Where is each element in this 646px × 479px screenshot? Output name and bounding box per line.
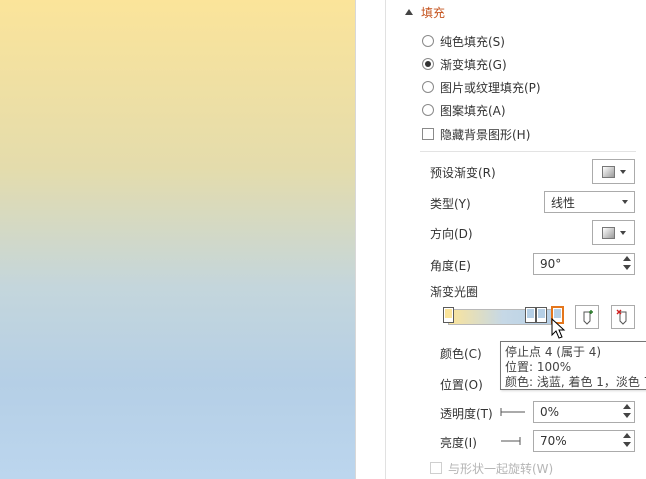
rotate-with-shape-checkbox[interactable]: 与形状一起旋转(W): [430, 459, 553, 477]
direction-swatch-icon: [601, 226, 615, 239]
radio-pattern-fill[interactable]: 图案填充(A): [422, 101, 506, 119]
checkbox-icon[interactable]: [430, 462, 442, 474]
tooltip-line: 停止点 4 (属于 4): [505, 345, 602, 359]
transparency-value: 0%: [540, 405, 560, 419]
transparency-input[interactable]: 0%: [533, 401, 635, 423]
add-stop-button[interactable]: [575, 305, 599, 329]
radio-icon[interactable]: [422, 81, 434, 93]
remove-stop-icon: [616, 309, 627, 325]
tooltip-line: 位置: 100%: [505, 360, 572, 374]
gradient-stop-2[interactable]: [525, 307, 536, 323]
radio-solid-fill[interactable]: 纯色填充(S): [422, 32, 505, 50]
radio-icon[interactable]: [422, 104, 434, 116]
checkbox-label: 隐藏背景图形(H): [440, 127, 531, 142]
gradient-stops-label: 渐变光圈: [430, 285, 479, 299]
tooltip-line: 颜色: 浅蓝, 着色 1，淡色 7: [505, 375, 646, 389]
collapse-triangle-icon[interactable]: [405, 9, 413, 15]
preset-label: 预设渐变(R): [430, 166, 496, 180]
radio-label: 图案填充(A): [440, 103, 506, 118]
checkbox-icon[interactable]: [422, 128, 434, 140]
chevron-down-icon: [622, 200, 628, 204]
transparency-label: 透明度(T): [440, 407, 493, 421]
angle-value: 90°: [540, 257, 562, 271]
angle-input[interactable]: 90°: [533, 253, 635, 275]
spin-down-icon[interactable]: [623, 442, 631, 447]
spin-up-icon[interactable]: [623, 404, 631, 409]
brightness-value: 70%: [540, 434, 567, 448]
radio-selected-icon[interactable]: [422, 58, 434, 70]
spin-down-icon[interactable]: [623, 265, 631, 270]
hide-background-checkbox[interactable]: 隐藏背景图形(H): [422, 125, 530, 143]
angle-label: 角度(E): [430, 259, 471, 273]
radio-label: 纯色填充(S): [440, 34, 505, 49]
spin-down-icon[interactable]: [623, 413, 631, 418]
mouse-pointer-icon: [551, 318, 566, 339]
section-title: 填充: [421, 5, 446, 20]
transparency-slider-icon[interactable]: [500, 407, 526, 417]
brightness-input[interactable]: 70%: [533, 430, 635, 452]
remove-stop-button[interactable]: [611, 305, 635, 329]
chevron-down-icon: [619, 230, 626, 235]
direction-label: 方向(D): [430, 227, 473, 241]
type-label: 类型(Y): [430, 197, 471, 211]
checkbox-label: 与形状一起旋转(W): [448, 461, 554, 476]
divider: [420, 151, 636, 152]
format-pane: 填充 纯色填充(S) 渐变填充(G) 图片或纹理填充(P) 图案填充(A) 隐藏…: [385, 0, 646, 479]
stop-tooltip: 停止点 4 (属于 4) 位置: 100% 颜色: 浅蓝, 着色 1，淡色 7: [500, 341, 646, 390]
radio-label: 渐变填充(G): [440, 57, 507, 72]
brightness-slider-icon[interactable]: [500, 436, 526, 446]
radio-icon[interactable]: [422, 35, 434, 47]
spin-up-icon[interactable]: [623, 433, 631, 438]
add-stop-icon: [583, 310, 593, 325]
direction-dropdown[interactable]: [592, 220, 635, 245]
brightness-label: 亮度(I): [440, 436, 477, 450]
slide-canvas: [0, 0, 355, 479]
chevron-down-icon: [619, 169, 626, 174]
radio-label: 图片或纹理填充(P): [440, 80, 541, 95]
pane-gap: [355, 0, 385, 479]
gradient-stop-1[interactable]: [443, 307, 454, 323]
preset-gradient-dropdown[interactable]: [592, 159, 635, 184]
gradient-swatch-icon: [601, 165, 615, 178]
radio-gradient-fill[interactable]: 渐变填充(G): [422, 55, 507, 73]
spin-up-icon[interactable]: [623, 256, 631, 261]
position-label: 位置(O): [440, 378, 483, 392]
type-value: 线性: [551, 195, 576, 210]
color-label: 颜色(C): [440, 347, 482, 361]
type-select[interactable]: 线性: [544, 191, 635, 213]
gradient-stop-3[interactable]: [536, 307, 547, 323]
radio-picture-fill[interactable]: 图片或纹理填充(P): [422, 78, 541, 96]
fill-section-header[interactable]: 填充: [405, 4, 445, 20]
